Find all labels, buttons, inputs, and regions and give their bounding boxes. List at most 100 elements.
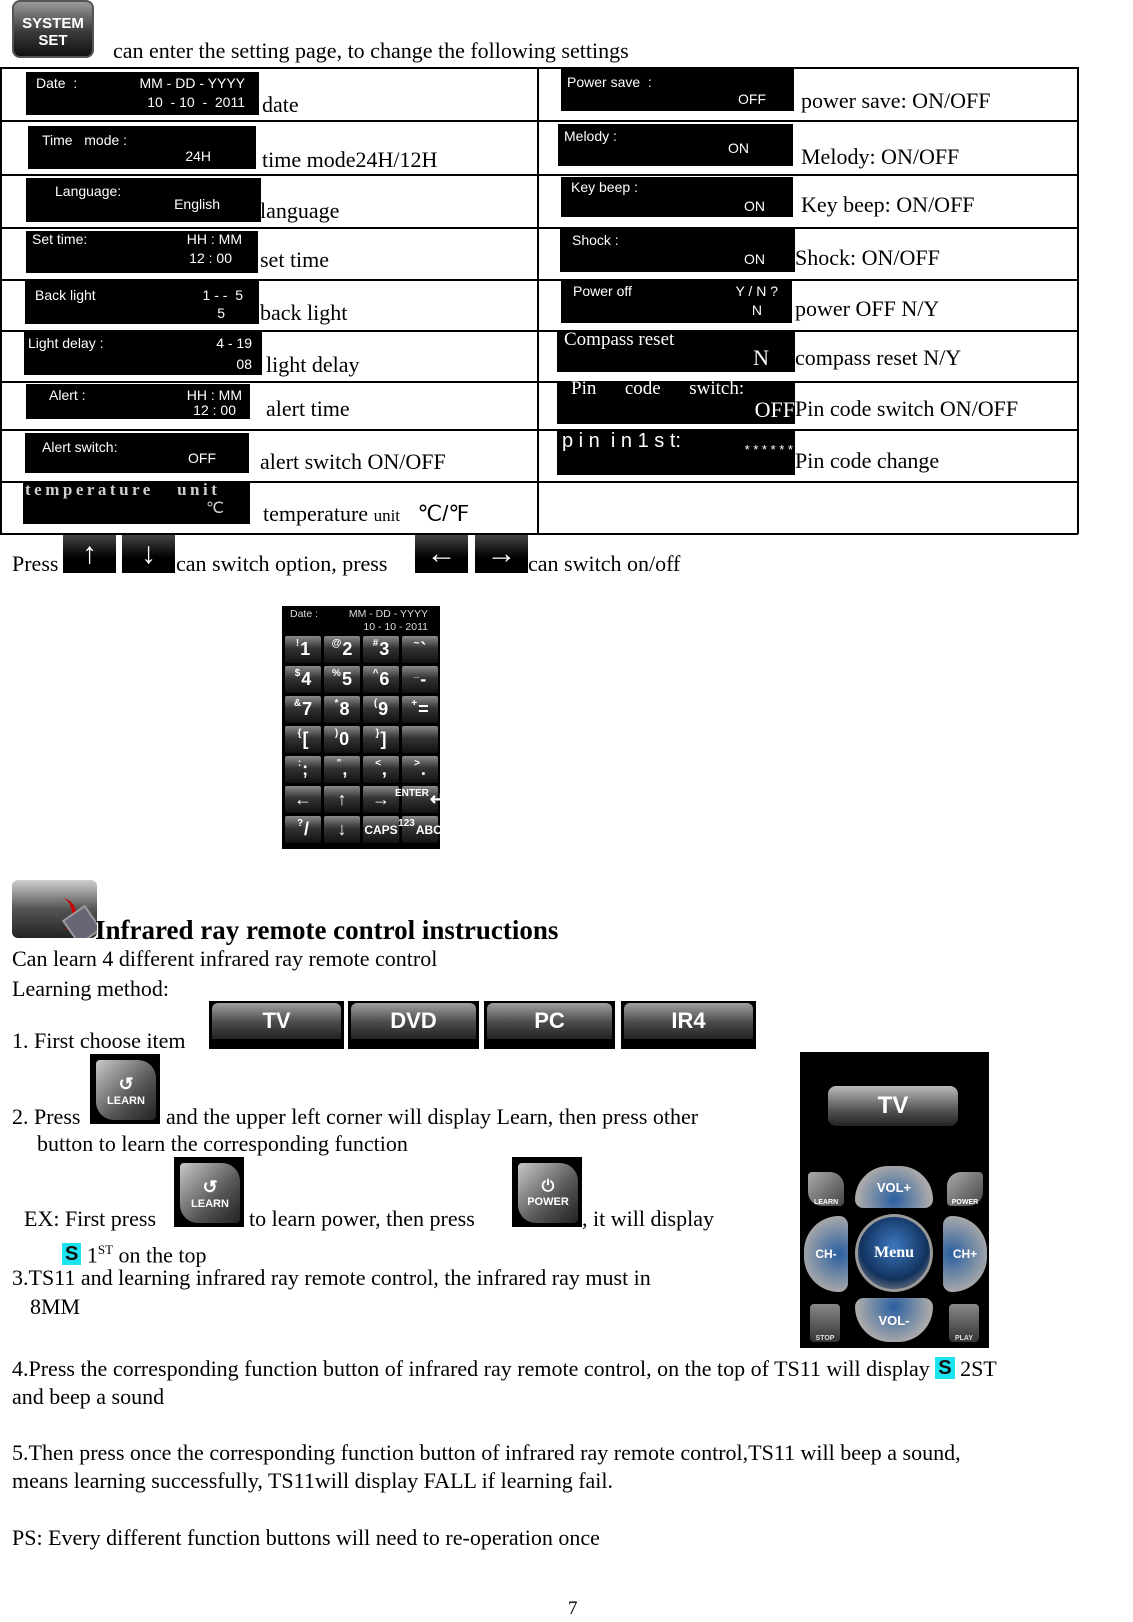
key-shift-label: ?	[296, 818, 304, 829]
power-save-screen: Power save : OFF	[561, 69, 794, 111]
alert-caption: alert time	[266, 396, 350, 421]
melody-caption: Melody: ON/OFF	[801, 144, 960, 169]
step4-2st: 2ST	[960, 1356, 997, 1381]
alert-screen: Alert : HH : MM 12 : 00	[26, 384, 250, 419]
alert-switch-caption: alert switch ON/OFF	[260, 449, 446, 474]
key-main-label: →	[372, 789, 390, 809]
key-main-label: ,	[342, 759, 348, 779]
s-badge-icon: S	[62, 1243, 82, 1266]
key-shift-label: {	[297, 728, 302, 739]
key-shift-label: &	[293, 698, 302, 709]
key-main-label: /	[304, 819, 310, 839]
step2-press: 2. Press	[12, 1104, 81, 1129]
key-main-label: 8	[339, 699, 350, 719]
pin-code-switch-caption: Pin code switch ON/OFF	[795, 396, 1019, 421]
key-main-label: ,	[381, 759, 387, 779]
remote-ch-up-button: CH+	[943, 1216, 987, 1292]
keyboard-key[interactable]: ~ `	[402, 636, 438, 663]
key-shift-label: <	[375, 758, 381, 769]
keyboard-key[interactable]: >.	[402, 756, 438, 783]
keyboard-key[interactable]: % 5	[324, 666, 360, 693]
nav-switch-option-text: can switch option, press	[176, 551, 388, 576]
key-main-label: .	[420, 759, 426, 779]
alert-switch-screen: Alert switch: OFF	[25, 433, 249, 473]
key-shift-label: #	[372, 638, 379, 649]
power-off-screen: Power off Y / N ? N	[561, 281, 792, 323]
back-light-screen: Back light 1 - - 5 5	[25, 281, 259, 324]
keyboard-date-value: 10 - 10 - 2011	[363, 621, 428, 633]
shock-caption: Shock: ON/OFF	[795, 245, 940, 270]
key-main-label: -	[420, 669, 427, 689]
key-shift-label: :	[297, 758, 302, 769]
arrow-left-icon: ←	[415, 535, 468, 573]
pin-code-change-caption: Pin code change	[795, 448, 940, 473]
keyboard-key[interactable]: @2	[324, 636, 360, 663]
keyboard-key[interactable]: }]	[363, 726, 399, 753]
key-main-label: 9	[378, 699, 389, 719]
ir-line1: Can learn 4 different infrared ray remot…	[12, 946, 438, 971]
key-shift-label: *	[334, 698, 339, 709]
pin-code-change-screen: p i n i n 1 s t: * * * * * *	[557, 430, 795, 475]
key-main-label: 0	[339, 729, 350, 749]
key-main-label: ↑	[337, 789, 347, 809]
key-main-label: ABC	[415, 822, 442, 837]
keyboard-key[interactable]: ",	[324, 756, 360, 783]
power-button-example: ⏻ POWER	[512, 1157, 582, 1227]
tab-ir4[interactable]: IR4	[621, 1001, 756, 1049]
key-main-label: CAPS	[364, 822, 398, 837]
temperature-caption-word: temperature	[263, 501, 369, 526]
ir-section-title: Infrared ray remote control instructions	[95, 915, 559, 945]
s-badge-icon: S	[935, 1357, 955, 1379]
arrow-down-icon: ↓	[122, 535, 175, 573]
keyboard-key[interactable]: ! 1	[285, 636, 321, 663]
key-shift-label: >	[414, 758, 420, 769]
keyboard-key[interactable]: ) 0	[324, 726, 360, 753]
keyboard-key[interactable]: $4	[285, 666, 321, 693]
keyboard-key[interactable]	[402, 726, 438, 753]
keyboard-key[interactable]: →	[363, 786, 399, 813]
key-shift-label: (	[373, 698, 378, 709]
keyboard-key[interactable]: 123 ABC	[398, 816, 442, 843]
tab-pc[interactable]: PC	[484, 1001, 615, 1049]
keyboard-key[interactable]: ? /	[285, 816, 321, 843]
keyboard-key[interactable]: CAPS	[363, 816, 399, 843]
key-shift-label: _	[413, 668, 420, 679]
keyboard-key[interactable]: & 7	[285, 696, 321, 723]
key-shift-label: 123	[398, 818, 415, 829]
tab-tv[interactable]: TV	[209, 1001, 344, 1049]
step4-line1: 4.Press the corresponding function butto…	[12, 1356, 997, 1382]
remote-learn-button: LEARN	[808, 1172, 844, 1206]
keyboard-key[interactable]: ENTER ↵	[395, 786, 445, 813]
keyboard-key[interactable]: ↓	[324, 816, 360, 843]
keyboard-key[interactable]: (9	[363, 696, 399, 723]
set-time-caption: set time	[260, 247, 330, 272]
remote-control-image: TV LEARN POWER VOL+ CH- Menu CH+ STOP VO…	[800, 1052, 989, 1348]
key-main-label: 2	[342, 639, 353, 659]
keyboard-key[interactable]: ↑	[324, 786, 360, 813]
keyboard-key[interactable]: ←	[285, 786, 321, 813]
step3-line1: 3.TS11 and learning infrared ray remote …	[12, 1265, 651, 1290]
keyboard-key[interactable]: <,	[363, 756, 399, 783]
keyboard-key[interactable]: :;	[285, 756, 321, 783]
key-main-label: 5	[341, 669, 352, 689]
key-main-label: ;	[302, 759, 309, 779]
keyboard-key[interactable]: + =	[402, 696, 438, 723]
ex-superscript: ST	[97, 1242, 114, 1257]
keyboard-key[interactable]: * 8	[324, 696, 360, 723]
ex-learn-power: to learn power, then press	[249, 1206, 475, 1231]
keyboard-key[interactable]: #3	[363, 636, 399, 663]
key-shift-label: +	[411, 698, 418, 709]
keyboard-key[interactable]: _ -	[402, 666, 438, 693]
tab-dvd[interactable]: DVD	[348, 1001, 479, 1049]
intro-text: can enter the setting page, to change th…	[113, 38, 629, 63]
power-save-caption: power save: ON/OFF	[801, 88, 991, 113]
remote-tab-tv: TV	[828, 1086, 958, 1126]
keyboard-key[interactable]: ^ 6	[363, 666, 399, 693]
keyboard-date-label: Date :	[290, 608, 319, 620]
learn-arrow-icon: ↺	[202, 1176, 218, 1197]
key-main-label: 3	[379, 639, 390, 659]
keyboard-key[interactable]: {[	[285, 726, 321, 753]
key-shift-label: "	[336, 758, 342, 769]
light-delay-screen: Light delay : 4 - 19 08	[24, 332, 262, 375]
nav-switch-onoff-text: can switch on/off	[528, 551, 681, 576]
